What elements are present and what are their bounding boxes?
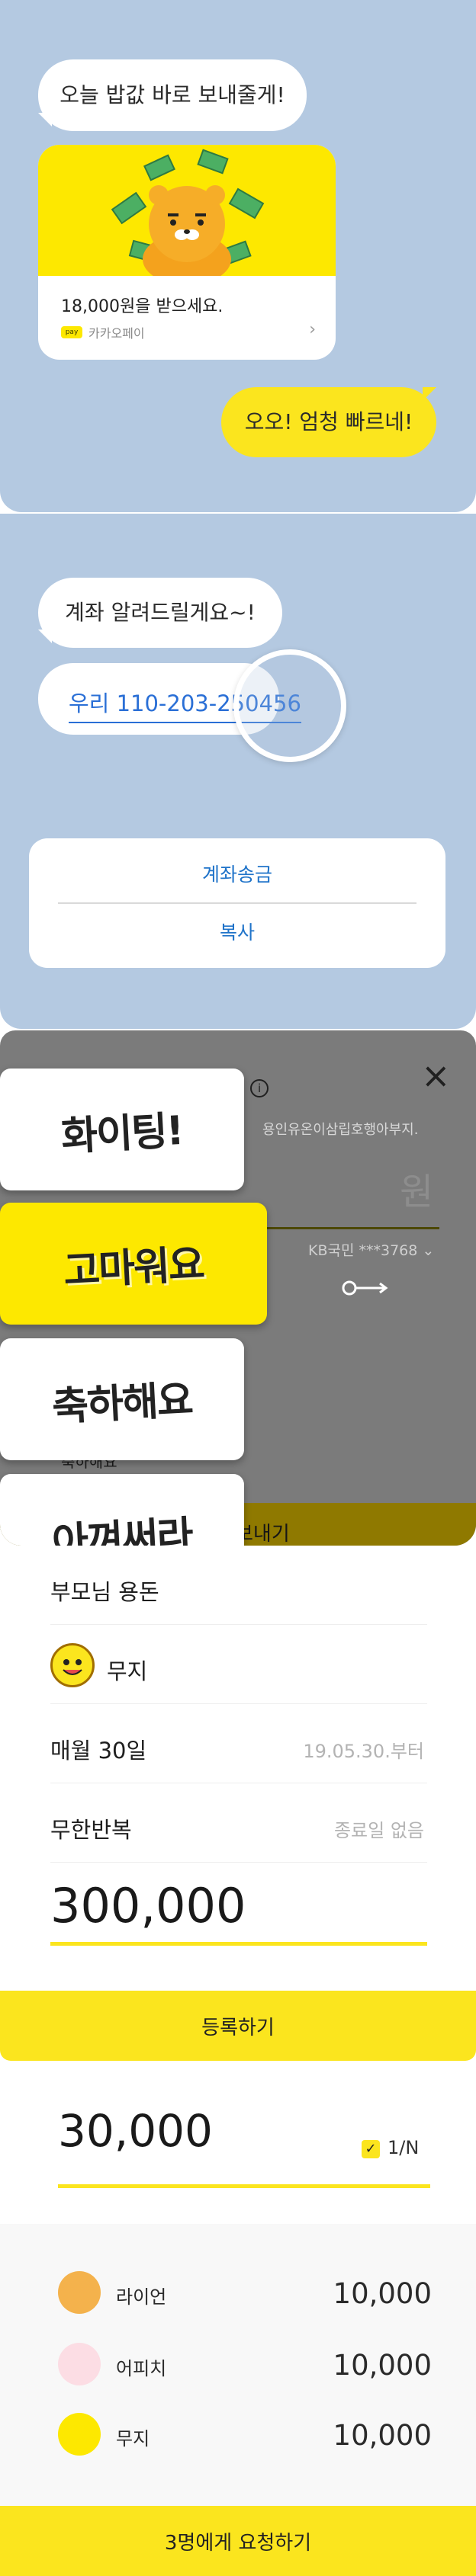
bubble-tail	[423, 387, 436, 401]
participant-row[interactable]: 무지 10,000	[58, 2411, 432, 2457]
checkbox-icon[interactable]: ✓	[362, 2140, 380, 2158]
form-row-title: 부모님 용돈	[50, 1546, 427, 1625]
split-n-label: 1/N	[388, 2137, 420, 2158]
request-button-label: 3명에게 요청하기	[164, 2531, 312, 2555]
kakaopay-money-card[interactable]: 18,000원을 받으세요. pay 카카오페이 ›	[38, 145, 336, 360]
close-icon[interactable]: ×	[421, 1055, 451, 1096]
chevron-down-icon: ⌄	[422, 1242, 435, 1259]
recurring-transfer-form: 부모님 용돈 무지 매월 30일 19.05.30.부터 무한반복 종료일 없음…	[0, 1546, 476, 2061]
participant-name: 라이언	[116, 2286, 167, 2308]
participant-row[interactable]: 어피치 10,000	[58, 2341, 432, 2387]
sticker-text: 축하해요	[51, 1376, 194, 1431]
bubble-tail	[38, 630, 52, 643]
split-amount-underline	[58, 2184, 430, 2188]
sticker-save-it[interactable]: 아껴써라	[0, 1474, 244, 1546]
account-panel: 계좌 알려드릴게요~! 우리 110-203-250456 계좌송금 복사	[0, 514, 476, 1029]
register-button-label: 등록하기	[201, 2016, 275, 2039]
key-icon	[342, 1280, 388, 1296]
amount-input[interactable]: 300,000	[50, 1878, 246, 1934]
sticker-fighting[interactable]: 화이팅!	[0, 1069, 244, 1190]
repeat-end: 종료일 없음	[333, 1820, 424, 1841]
kakaopay-brand-label: 카카오페이	[88, 326, 145, 341]
sticker-text: 아껴써라	[51, 1512, 194, 1546]
repeat-label: 무한반복	[50, 1817, 132, 1843]
ryan-money-illustration	[38, 145, 336, 285]
chat-bubble-sent: 오오! 엄청 빠르네!	[221, 387, 436, 457]
pay-amount-text: 18,000원을 받으세요.	[61, 297, 224, 316]
chat-panel: 오늘 밥값 바로 보내줄게! 18,000원을 받으세요. pay 카카오페이 …	[0, 0, 476, 512]
participant-name: 어피치	[116, 2358, 167, 2379]
participant-name: 무지	[116, 2428, 150, 2449]
sticker-congrats[interactable]: 축하해요	[0, 1338, 244, 1460]
avatar	[58, 2343, 101, 2385]
account-action-menu: 계좌송금 복사	[29, 838, 445, 968]
chat-bubble-text: 오늘 밥값 바로 보내줄게!	[60, 82, 285, 107]
bank-account-label: KB국민 ***3768	[308, 1242, 418, 1259]
memo-title: 부모님 용돈	[50, 1579, 159, 1605]
avatar	[58, 2413, 101, 2456]
participant-amount: 10,000	[333, 2349, 432, 2382]
chat-bubble-received: 오늘 밥값 바로 보내줄게!	[38, 59, 307, 131]
split-amount-input[interactable]: 30,000	[58, 2105, 213, 2157]
avatar	[50, 1643, 95, 1687]
recipient-name: 용인유온이삼립호행아부지.	[262, 1122, 419, 1138]
avatar	[58, 2271, 101, 2314]
amount-underline	[50, 1942, 427, 1946]
bubble-tail	[38, 113, 52, 127]
transfer-panel: 송금 i × 용인유온이삼립호행아부지. 원 KB국민 ***3768 ⌄ 축하…	[0, 1030, 476, 1546]
magnifier-loupe	[233, 649, 346, 762]
menu-item-copy[interactable]: 복사	[29, 918, 445, 945]
schedule-row[interactable]: 매월 30일 19.05.30.부터	[50, 1704, 427, 1783]
sticker-text: 고마워요	[63, 1241, 205, 1295]
participant-row[interactable]: 라이언 10,000	[58, 2270, 432, 2315]
participant-amount: 10,000	[333, 2277, 432, 2310]
chat-bubble-text: 계좌 알려드릴게요~!	[65, 600, 256, 625]
repeat-row[interactable]: 무한반복 종료일 없음	[50, 1783, 427, 1863]
kakaopay-logo-icon: pay	[61, 326, 82, 338]
sticker-thanks[interactable]: 고마워요	[0, 1203, 267, 1325]
bank-account-select[interactable]: KB국민 ***3768 ⌄	[308, 1239, 434, 1260]
schedule-start: 19.05.30.부터	[303, 1741, 424, 1762]
chat-bubble-text: 오오! 엄청 빠르네!	[244, 409, 413, 434]
register-button[interactable]: 등록하기	[0, 1991, 476, 2061]
participant-amount: 10,000	[333, 2419, 432, 2452]
request-button[interactable]: 3명에게 요청하기	[0, 2506, 476, 2576]
kakaopay-brand: pay 카카오페이	[61, 323, 145, 341]
chat-bubble-received: 계좌 알려드릴게요~!	[38, 578, 282, 648]
menu-divider	[58, 902, 416, 904]
chevron-right-icon: ›	[309, 320, 316, 339]
menu-item-transfer[interactable]: 계좌송금	[29, 860, 445, 887]
schedule-label: 매월 30일	[50, 1738, 147, 1764]
sticker-text: 화이팅!	[60, 1107, 185, 1160]
friend-name: 무지	[107, 1658, 148, 1684]
currency-unit: 원	[400, 1171, 434, 1213]
info-icon[interactable]: i	[250, 1079, 269, 1097]
friend-row[interactable]: 무지	[50, 1625, 427, 1704]
